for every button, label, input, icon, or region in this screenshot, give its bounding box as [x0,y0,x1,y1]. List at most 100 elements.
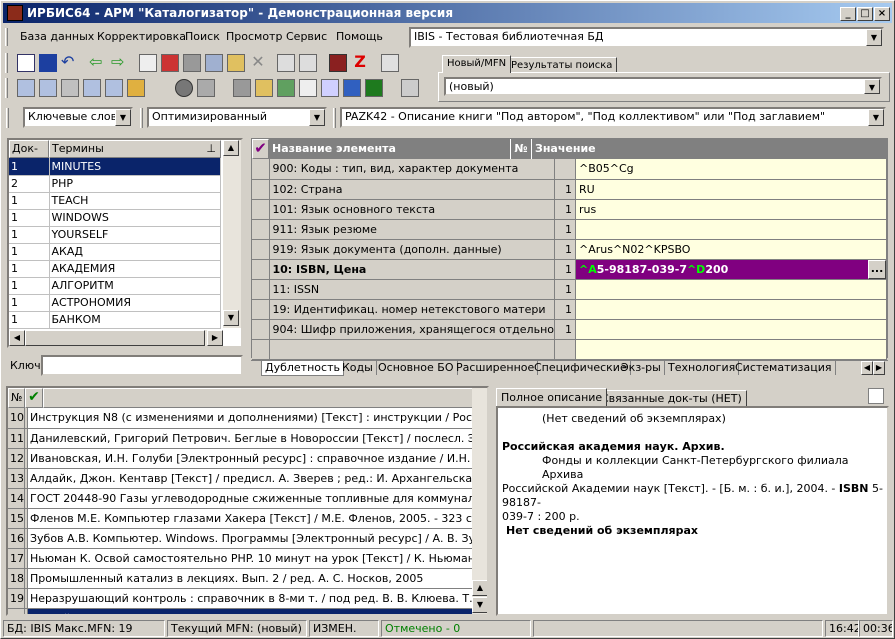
dict-row[interactable]: 1 АЛГОРИТМ [9,277,221,295]
tab-linked-docs[interactable]: Связанные док-ты (НЕТ) [596,390,747,406]
chevron-down-icon[interactable]: ▼ [868,109,884,126]
tab-codes[interactable]: Коды [339,361,377,375]
export-icon[interactable] [299,54,317,72]
chart-icon[interactable] [343,79,361,97]
chevron-down-icon[interactable]: ▼ [864,79,880,94]
editor-row[interactable]: 102: Страна 1 RU [252,179,887,200]
menu-search[interactable]: Поиск [185,26,220,48]
worksheet-select[interactable]: PAZK42 - Описание книги "Под автором", "… [340,107,886,128]
tab-doublets[interactable]: Дублетность [261,361,344,376]
tab-extended[interactable]: Расширенное [453,361,539,375]
editor-row[interactable]: 101: Язык основного текста 1 rus [252,199,887,220]
filter-icon[interactable] [105,79,123,97]
results-check-icon[interactable]: ✔ [25,388,43,408]
result-row[interactable]: 17 Ньюман К. Освой самостоятельно PHP. 10… [8,548,487,569]
report-icon[interactable] [277,79,295,97]
import-icon[interactable] [277,54,295,72]
results-vscroll[interactable]: ▲ ▼ [472,388,487,614]
dict-hscroll[interactable]: ◀ ▶ [9,330,223,346]
tab-new-mfn[interactable]: Новый/MFN [442,55,512,73]
row-indicator[interactable] [252,199,270,220]
edit-icon[interactable] [227,54,245,72]
element-value[interactable] [575,279,887,300]
row-indicator[interactable] [252,219,270,240]
menu-help[interactable]: Помощь [336,26,383,48]
result-row[interactable]: 15 Фленов М.Е. Компьютер глазами Хакера [… [8,508,487,529]
col-value[interactable]: Значение [532,139,887,159]
element-value[interactable]: rus [575,199,887,220]
print-icon[interactable] [183,54,201,72]
editor-row[interactable]: 19: Идентификац. номер нетекстового мате… [252,299,887,320]
grid-icon[interactable] [161,54,179,72]
dict-row[interactable]: 1 TEACH [9,192,221,210]
dict-row[interactable]: 1 БАНКОМ [9,311,221,329]
new-document-icon[interactable] [17,54,35,72]
query-icon[interactable] [83,79,101,97]
result-row[interactable]: 12 Ивановская, И.Н. Голуби [Электронный р… [8,448,487,469]
find-icon[interactable] [39,79,57,97]
delete-icon[interactable]: ✕ [249,54,267,72]
close-button[interactable]: × [874,7,890,21]
checkmark-icon[interactable]: ✔ [252,139,269,159]
result-row[interactable]: 16 Зубов А.В. Компьютер. Windows. Програм… [8,528,487,549]
minimize-button[interactable]: _ [840,7,856,21]
tab-specific[interactable]: Специфические [531,361,631,375]
settings-icon[interactable] [401,79,419,97]
result-row[interactable]: 14 ГОСТ 20448-90 Газы углеводородные сжиж… [8,488,487,509]
tabs-scroll-left-icon[interactable]: ◀ [861,361,873,375]
element-value[interactable]: ^A5-98187-039-7^D200... [575,259,887,280]
search-icon[interactable] [17,79,35,97]
optimization-select[interactable]: Оптимизированный ▼ [147,107,327,128]
result-row[interactable]: 13 Алдайк, Джон. Кентавр [Текст] / предис… [8,468,487,489]
view-icon[interactable] [175,79,193,97]
folder-icon[interactable] [197,79,215,97]
scroll-down-icon[interactable]: ▼ [472,597,487,613]
page-icon[interactable] [321,79,339,97]
menu-service[interactable]: Сервис [286,26,327,48]
dict-row[interactable]: 1 YOURSELF [9,226,221,244]
tab-search-results[interactable]: Результаты поиска [506,57,618,72]
col-number[interactable]: № [511,139,532,159]
z3950-icon[interactable]: Z [351,54,369,72]
menu-database[interactable]: База данных [20,26,94,48]
search-mode-select[interactable]: Ключевые слова ▼ [23,107,133,128]
chevron-down-icon[interactable]: ▼ [309,109,325,126]
element-value[interactable] [575,299,887,320]
scroll-up-icon[interactable]: ▲ [223,140,239,156]
dict-row[interactable]: 1 WINDOWS [9,209,221,227]
prev-record-icon[interactable]: ⇦ [89,54,107,72]
dict-row[interactable]: 2 PHP [9,175,221,193]
element-value[interactable]: ^B05^Cg [575,159,887,180]
element-value[interactable] [575,319,887,340]
next-record-icon[interactable]: ⇨ [111,54,129,72]
tree-icon[interactable] [205,54,223,72]
save-icon[interactable] [39,54,57,72]
database-select[interactable]: IBIS - Тестовая библиотечная БД ▼ [409,27,884,48]
results-col-num[interactable]: № [8,388,25,408]
dict-row[interactable]: 1 АКАДЕМИЯ [9,260,221,278]
undo-icon[interactable]: ↶ [61,54,79,72]
scroll-up-icon[interactable]: ▲ [472,580,487,596]
global-edit-icon[interactable] [127,79,145,97]
menu-edit[interactable]: Корректировка [97,26,186,48]
row-indicator[interactable] [252,319,270,340]
row-indicator[interactable] [252,299,270,320]
row-indicator[interactable] [252,179,270,200]
editor-row[interactable]: 919: Язык документа (дополн. данные) 1 ^Ar… [252,239,887,260]
copy-record-icon[interactable] [139,54,157,72]
dict-row[interactable]: 1 АСТРОНОМИЯ [9,294,221,312]
result-row[interactable]: (новый) [8,608,487,614]
editor-row[interactable]: 10: ISBN, Цена 1 ^A5-98187-039-7^D200... [252,259,887,280]
dict-row[interactable]: 1 АКАД [9,243,221,261]
editor-row[interactable]: 904: Шифр приложения, хранящегося отдель… [252,319,887,340]
chevron-down-icon[interactable]: ▼ [866,29,882,46]
tool-icon[interactable] [381,54,399,72]
row-indicator[interactable] [252,239,270,260]
scroll-right-icon[interactable]: ▶ [207,330,223,346]
tab-full-description[interactable]: Полное описание [496,388,608,406]
sheet-icon[interactable] [299,79,317,97]
editor-row[interactable]: 11: ISSN 1 [252,279,887,300]
dict-vscroll[interactable]: ▲ ▼ [223,140,241,328]
col-element-name[interactable]: Название элемента [269,139,511,159]
dict-col-docs[interactable]: Док-ов [9,140,49,171]
